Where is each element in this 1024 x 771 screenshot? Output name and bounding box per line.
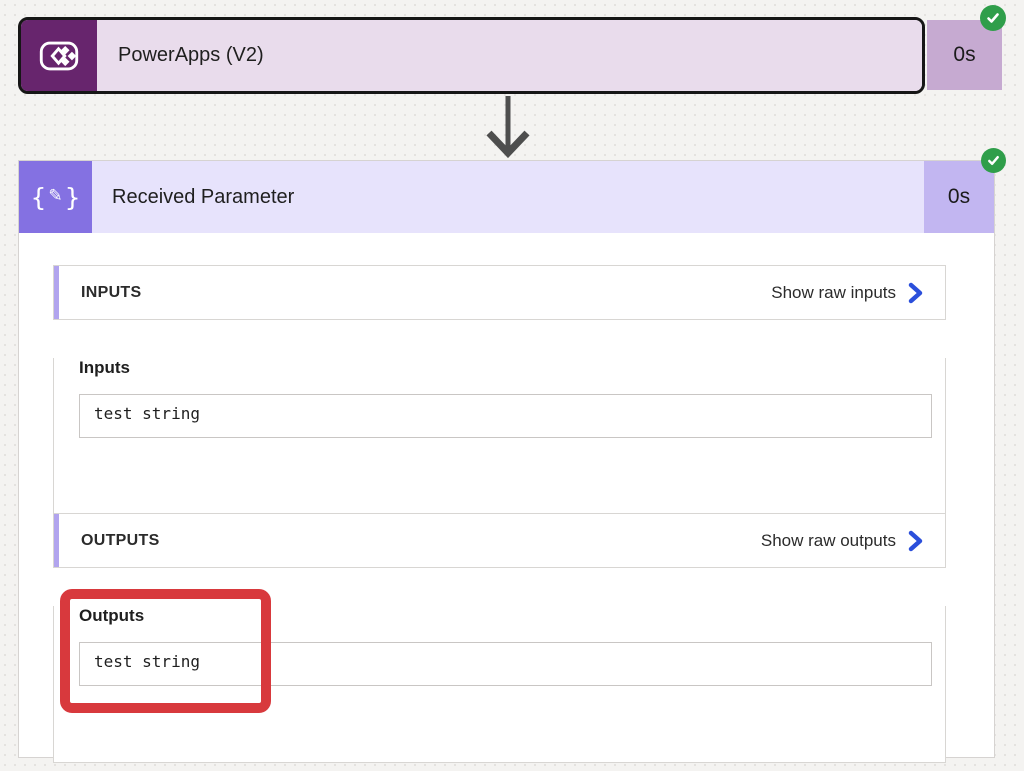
arrow-down-icon	[483, 96, 533, 163]
trigger-check-circle-icon	[980, 5, 1006, 31]
inputs-header-label: INPUTS	[81, 284, 141, 302]
action-title: Received Parameter	[112, 186, 294, 209]
action-check-circle-icon	[981, 148, 1006, 173]
inputs-field-label: Inputs	[79, 358, 945, 378]
outputs-field-label: Outputs	[79, 606, 945, 626]
trigger-title: PowerApps (V2)	[118, 44, 264, 67]
trigger-duration-value: 0s	[953, 43, 975, 67]
inputs-accent-bar	[54, 266, 59, 319]
outputs-accent-bar	[54, 514, 59, 567]
action-title-area: Received Parameter	[92, 161, 924, 233]
action-card: { ✎ } Received Parameter 0s INPUTS Show …	[18, 160, 995, 758]
compose-braces-pencil-icon: { ✎ }	[19, 161, 92, 233]
trigger-title-area: PowerApps (V2)	[97, 20, 922, 91]
outputs-section-content: Outputs test string	[53, 606, 946, 763]
outputs-section-header: OUTPUTS Show raw outputs	[53, 513, 946, 568]
show-raw-inputs-label: Show raw inputs	[771, 283, 896, 303]
outputs-section: OUTPUTS Show raw outputs Outputs test st…	[53, 513, 946, 763]
action-duration-badge: 0s	[924, 161, 994, 233]
inputs-section-header: INPUTS Show raw inputs	[53, 265, 946, 320]
powerapps-icon	[21, 20, 97, 91]
inputs-section: INPUTS Show raw inputs Inputs test strin…	[53, 265, 946, 515]
inputs-value-box: test string	[79, 394, 932, 438]
chevron-right-icon	[908, 530, 923, 552]
pencil-glyph: ✎	[48, 186, 62, 206]
action-card-header[interactable]: { ✎ } Received Parameter 0s	[19, 161, 994, 233]
show-raw-inputs-link[interactable]: Show raw inputs	[771, 282, 923, 304]
show-raw-outputs-link[interactable]: Show raw outputs	[761, 530, 923, 552]
action-duration-value: 0s	[948, 185, 970, 209]
close-brace-glyph: }	[65, 183, 81, 212]
inputs-section-content: Inputs test string	[53, 358, 946, 515]
chevron-right-icon	[908, 282, 923, 304]
trigger-card[interactable]: PowerApps (V2)	[18, 17, 925, 94]
outputs-header-label: OUTPUTS	[81, 532, 160, 550]
open-brace-glyph: {	[30, 183, 46, 212]
show-raw-outputs-label: Show raw outputs	[761, 531, 896, 551]
outputs-value-box: test string	[79, 642, 932, 686]
